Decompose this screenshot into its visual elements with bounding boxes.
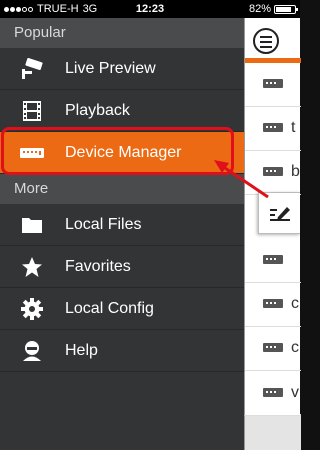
menu-item-label: Local Config — [65, 300, 154, 317]
section-header-popular: Popular — [0, 18, 244, 48]
menu-item-help[interactable]: Help — [0, 330, 244, 372]
star-icon — [20, 255, 44, 279]
device-name: b — [291, 163, 300, 180]
menu-item-label: Favorites — [65, 258, 131, 275]
device-row[interactable]: b — [245, 151, 301, 195]
side-drawer: Popular Live Preview Playback Device Man… — [0, 18, 244, 450]
dvr-device-icon — [263, 167, 283, 176]
dvr-device-icon — [263, 79, 283, 88]
menu-item-label: Local Files — [65, 216, 142, 233]
menu-item-favorites[interactable]: Favorites — [0, 246, 244, 288]
menu-item-playback[interactable]: Playback — [0, 90, 244, 132]
device-row[interactable]: c — [245, 327, 301, 371]
device-row[interactable]: c — [245, 283, 301, 327]
device-name: t — [291, 119, 296, 136]
device-name: c — [291, 339, 299, 356]
menu-item-label: Live Preview — [65, 60, 156, 77]
menu-item-live-preview[interactable]: Live Preview — [0, 48, 244, 90]
menu-item-label: Help — [65, 342, 98, 359]
battery-percent: 82% — [248, 3, 271, 15]
status-right: 82% — [248, 3, 298, 15]
person-icon — [20, 339, 44, 363]
dvr-device-icon — [263, 388, 283, 397]
device-row[interactable]: v — [244, 372, 300, 416]
menu-item-local-config[interactable]: Local Config — [0, 288, 244, 330]
film-strip-icon — [20, 99, 44, 123]
battery-icon — [274, 4, 298, 14]
dvr-device-icon — [263, 123, 283, 132]
dvr-device-icon — [263, 299, 283, 308]
section-header-more: More — [0, 174, 244, 204]
device-row[interactable] — [245, 63, 301, 107]
device-row[interactable] — [245, 239, 301, 283]
menu-item-local-files[interactable]: Local Files — [0, 204, 244, 246]
dvr-device-icon — [263, 343, 283, 352]
dvr-device-icon — [263, 255, 283, 264]
cctv-camera-icon — [20, 57, 44, 81]
folder-icon — [20, 213, 44, 237]
menu-toggle-button[interactable] — [253, 28, 279, 54]
device-name: v — [291, 384, 299, 401]
gear-icon — [20, 297, 44, 321]
device-row[interactable]: t — [245, 107, 301, 151]
edit-pencil-icon — [269, 207, 290, 221]
bottom-toolbar — [245, 414, 301, 450]
edit-button[interactable] — [258, 192, 300, 234]
status-bar: TRUE-H 3G 12:23 82% — [0, 0, 300, 18]
annotation-highlight-box — [1, 127, 234, 175]
device-name: c — [291, 295, 299, 312]
menu-item-label: Playback — [65, 102, 130, 119]
